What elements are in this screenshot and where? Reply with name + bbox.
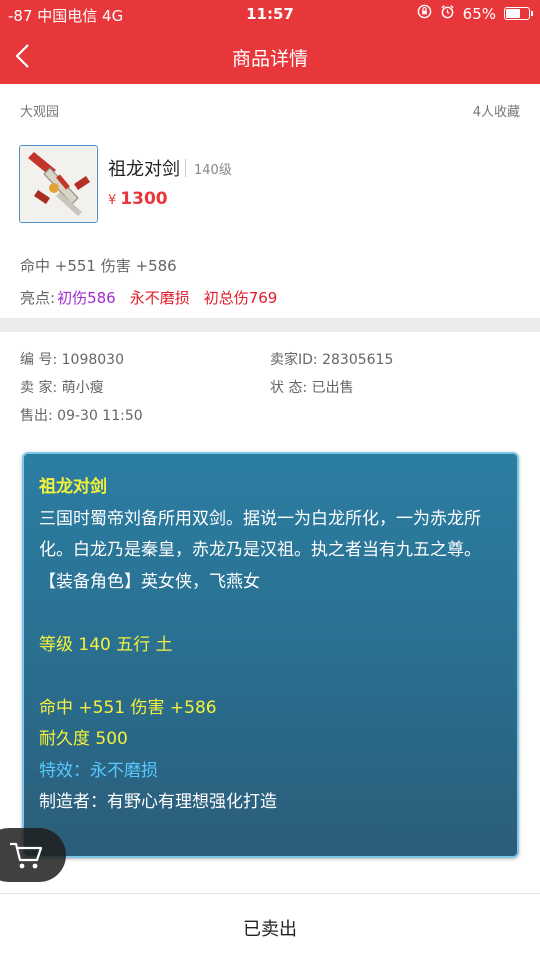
item-highlights: 亮点: 初伤586 永不磨损 初总伤769 (20, 287, 277, 308)
item-thumbnail[interactable] (19, 145, 98, 223)
item-state: 状 态: 已出售 (270, 377, 354, 397)
description-maker: 制造者：有野心有理想强化打造 (39, 792, 277, 812)
item-price: ¥1300 (108, 189, 168, 209)
cart-button[interactable] (0, 828, 66, 882)
highlights-label: 亮点: (20, 289, 56, 307)
battery-icon (504, 7, 533, 20)
description-level-element: 等级 140 五行 土 (39, 634, 173, 655)
shop-name[interactable]: 大观园 (20, 105, 59, 120)
seller-id-label: 卖家ID: (270, 352, 318, 368)
seller-value: 萌小瘦 (61, 380, 104, 396)
description-effect: 特效：永不磨损 (39, 760, 158, 781)
page-title: 商品详情 (231, 48, 308, 70)
sold-button[interactable]: 已卖出 (0, 894, 540, 961)
battery-fill (506, 9, 520, 18)
state-value: 已出售 (311, 380, 354, 396)
description-text: 祖龙对剑 三国时蜀帝刘备所用双剑。据说一为白龙所化，一为赤龙所化。白龙乃是秦皇，… (39, 472, 501, 819)
description-title: 祖龙对剑 (39, 477, 107, 497)
bottom-bar: 已卖出 (0, 893, 540, 960)
item-description-panel: 祖龙对剑 三国时蜀帝刘备所用双剑。据说一为白龙所化，一为赤龙所化。白龙乃是秦皇，… (22, 452, 519, 858)
status-bar: -87 中国电信 4G 11:57 65% (0, 0, 540, 28)
description-durability: 耐久度 500 (39, 729, 128, 749)
seller-label: 卖 家: (20, 380, 58, 396)
description-stats: 命中 +551 伤害 +586 (39, 697, 217, 718)
seller-name: 卖 家: 萌小瘦 (20, 377, 104, 397)
seller-id: 卖家ID: 28305615 (270, 349, 393, 369)
sale-time: 售出: 09-30 11:50 (20, 405, 143, 425)
shop-row: 大观园 4人收藏 (20, 101, 520, 120)
price-value: 1300 (120, 189, 168, 209)
serial-value: 1098030 (61, 352, 124, 368)
description-role: 【装备角色】英女侠，飞燕女 (39, 571, 260, 592)
highlight-tag: 初总伤769 (203, 289, 278, 307)
rotation-lock-icon (417, 4, 432, 23)
sword-icon (20, 146, 96, 221)
cart-icon (10, 842, 43, 869)
highlight-tag: 永不磨损 (129, 289, 190, 307)
top-bar: -87 中国电信 4G 11:57 65% 商品详情 (0, 0, 540, 84)
item-stats: 命中 +551 伤害 +586 (20, 257, 177, 275)
price-symbol: ¥ (108, 193, 117, 208)
favorites-count: 4人收藏 (472, 105, 520, 120)
sale-time-label: 售出: (20, 408, 53, 424)
alarm-icon (440, 4, 455, 23)
item-level: 140级 (185, 159, 232, 178)
battery-percent: 65% (462, 4, 496, 23)
sale-time-value: 09-30 11:50 (57, 408, 143, 424)
state-label: 状 态: (270, 380, 308, 396)
seller-id-value: 28305615 (322, 352, 394, 368)
section-divider (0, 318, 540, 332)
status-right: 65% (417, 4, 533, 23)
navbar: 商品详情 (0, 28, 540, 84)
serial-label: 编 号: (20, 352, 58, 368)
description-body: 三国时蜀帝刘备所用双剑。据说一为白龙所化，一为赤龙所化。白龙乃是秦皇，赤龙乃是汉… (39, 508, 481, 561)
item-name: 祖龙对剑 (108, 159, 180, 180)
serial-number: 编 号: 1098030 (20, 349, 124, 369)
highlight-tag: 初伤586 (57, 289, 116, 307)
